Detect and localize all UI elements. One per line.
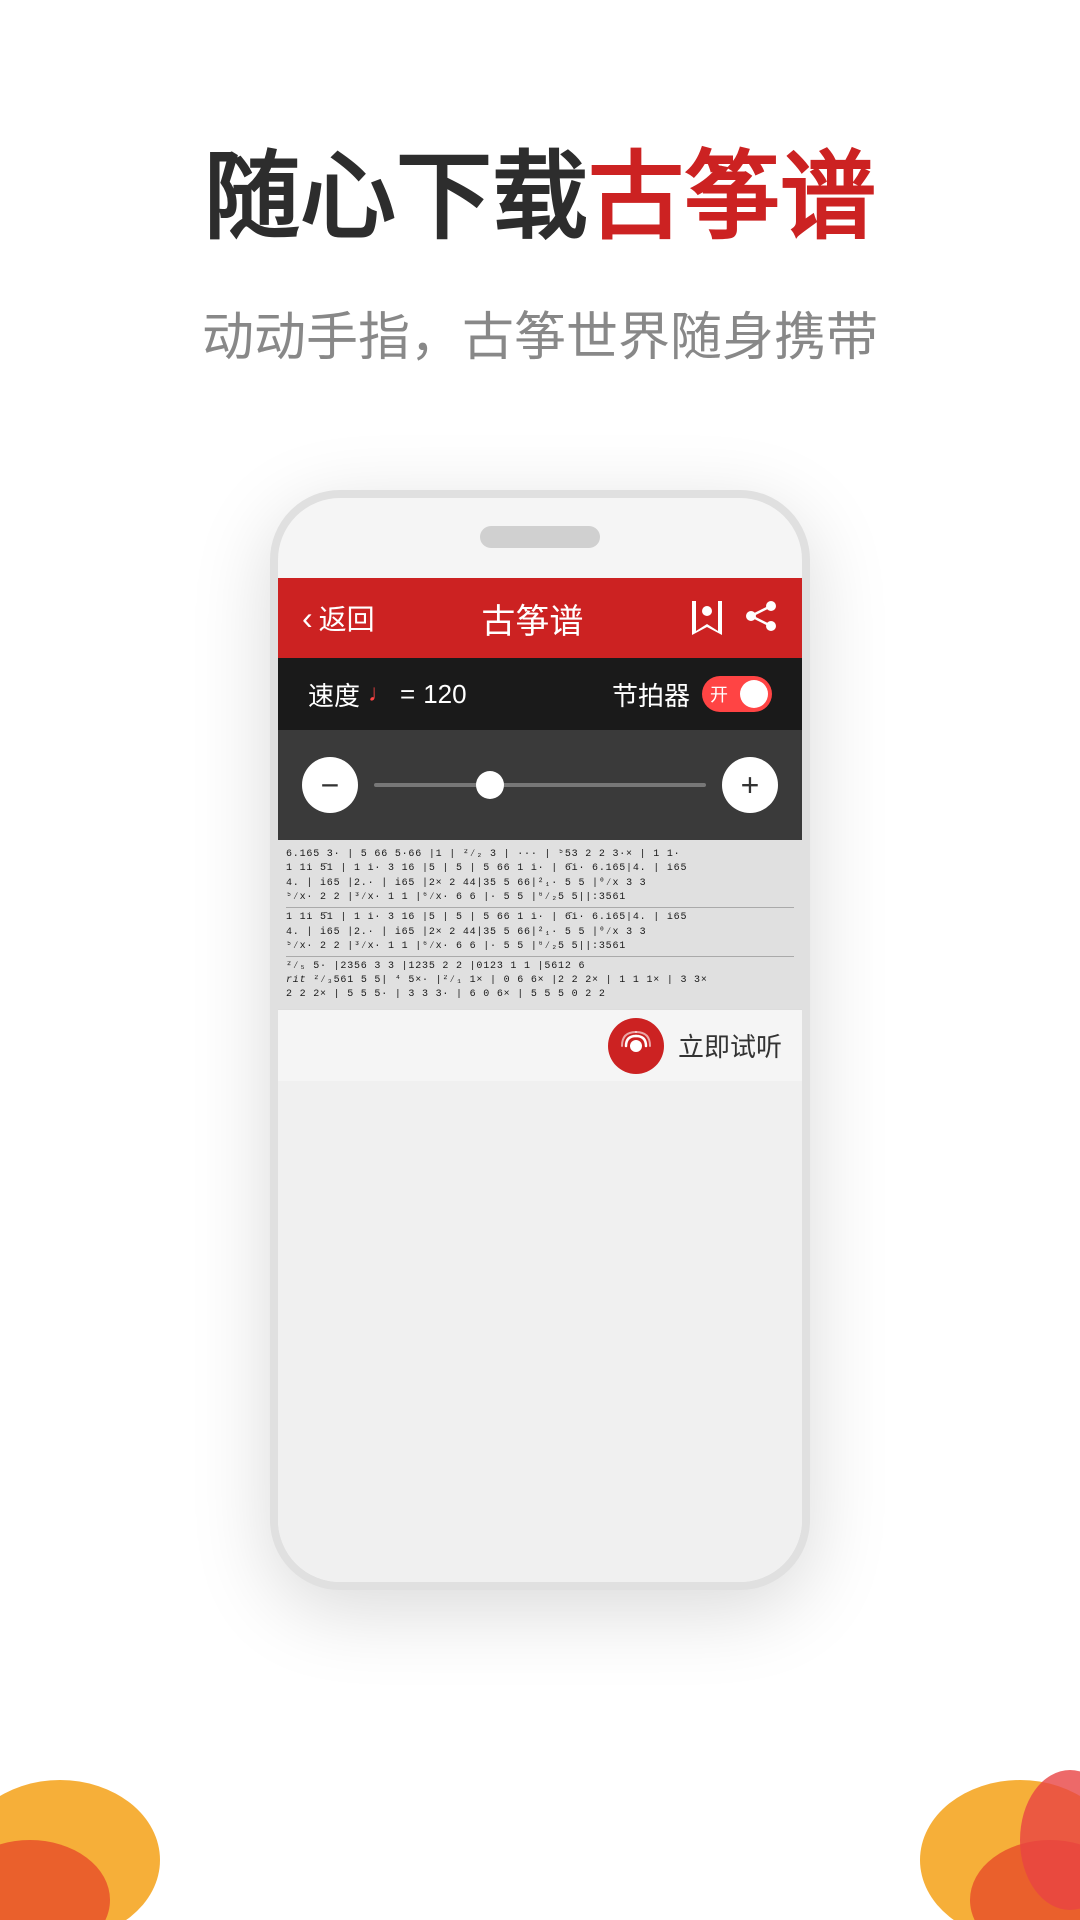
minus-icon: − bbox=[321, 767, 340, 804]
blob-left bbox=[0, 1640, 220, 1920]
back-label: 返回 bbox=[319, 598, 375, 638]
metronome-toggle[interactable]: 开 bbox=[702, 676, 772, 712]
listen-button[interactable] bbox=[608, 1018, 664, 1074]
decrease-button[interactable]: − bbox=[302, 757, 358, 813]
notation-row-9: rit ²∕₃561 5 5| ⁴ 5×· |²∕₁ 1× | 0 6 6× |… bbox=[286, 975, 794, 986]
notation-row-3: 4. | i65 |2.· | i65 |2× 2 44|35 5 66|²₁·… bbox=[286, 877, 794, 889]
header-icons bbox=[690, 599, 778, 638]
speed-label: 速度 bbox=[308, 676, 360, 713]
plus-icon: + bbox=[741, 767, 760, 804]
music-note-icon: ♩ bbox=[368, 680, 392, 708]
speed-slider[interactable] bbox=[374, 783, 706, 787]
notation-row-4: ⁵∕x· 2 2 |³∕x· 1 1 |⁶∕x· 6 6 |· 5 5 |⁶∕₂… bbox=[286, 892, 794, 903]
metronome-label: 节拍器 bbox=[612, 676, 690, 713]
main-title-part2: 古筝谱 bbox=[588, 144, 876, 251]
listen-bar: 立即试听 bbox=[278, 1009, 802, 1081]
notation-row-7: ⁵∕x· 2 2 |³∕x· 1 1 |⁶∕x· 6 6 |· 5 5 |⁶∕₂… bbox=[286, 941, 794, 952]
chevron-left-icon: ‹ bbox=[302, 600, 313, 637]
increase-button[interactable]: + bbox=[722, 757, 778, 813]
bpm-value: 120 bbox=[423, 679, 466, 710]
slider-section: − + bbox=[278, 730, 802, 840]
phone-screen: ‹ 返回 古筝谱 bbox=[278, 578, 802, 1582]
notation-row-2: 1 1i 5̄1 | 1 i· 3 16 |5 | 5 | 5 66 1 i· … bbox=[286, 863, 794, 874]
toggle-knob bbox=[740, 680, 768, 708]
separator-2 bbox=[286, 956, 794, 957]
back-button[interactable]: ‹ 返回 bbox=[302, 598, 375, 638]
top-section: 随心下载古筝谱 动动手指，古筝世界随身携带 bbox=[0, 0, 1080, 430]
equals-sign: = bbox=[400, 679, 415, 710]
notation-row-8: ²∕₅ 5· |2356 3 3 |1235 2 2 |0123 1 1 |56… bbox=[286, 961, 794, 972]
notation-row-1: 6.165 3· | 5 66 5·66 |1 | ²∕₂ 3 | ··· | … bbox=[286, 849, 794, 860]
share-button[interactable] bbox=[744, 599, 778, 638]
bookmark-button[interactable] bbox=[690, 599, 724, 637]
notation-row-6: 4. | i65 |2.· | i65 |2× 2 44|35 5 66|²₁·… bbox=[286, 926, 794, 938]
app-header: ‹ 返回 古筝谱 bbox=[278, 578, 802, 658]
header-title: 古筝谱 bbox=[481, 594, 583, 643]
phone-speaker bbox=[480, 526, 600, 548]
sheet-music-area: 6.165 3· | 5 66 5·66 |1 | ²∕₂ 3 | ··· | … bbox=[278, 840, 802, 1009]
phone-mockup: ‹ 返回 古筝谱 bbox=[270, 490, 810, 1590]
toggle-on-label: 开 bbox=[710, 681, 728, 707]
phone-wrapper: ‹ 返回 古筝谱 bbox=[0, 490, 1080, 1590]
blob-right bbox=[860, 1640, 1080, 1920]
speed-left: 速度 ♩ = 120 bbox=[308, 676, 467, 713]
notation-row-5: 1 1i 5̄1 | 1 i· 3 16 |5 | 5 | 5 66 1 i· … bbox=[286, 912, 794, 923]
speed-bar: 速度 ♩ = 120 节拍器 开 bbox=[278, 658, 802, 730]
slider-thumb bbox=[476, 771, 504, 799]
listen-label: 立即试听 bbox=[678, 1027, 782, 1064]
separator-1 bbox=[286, 907, 794, 908]
main-title-part1: 随心下载 bbox=[204, 144, 588, 251]
main-title: 随心下载古筝谱 bbox=[0, 140, 1080, 255]
notation-row-10: 2 2 2× | 5 5 5· | 3 3 3· | 6 0 6× | 5 5 … bbox=[286, 989, 794, 1000]
sub-title: 动动手指，古筝世界随身携带 bbox=[0, 295, 1080, 370]
speed-right: 节拍器 开 bbox=[612, 676, 772, 713]
